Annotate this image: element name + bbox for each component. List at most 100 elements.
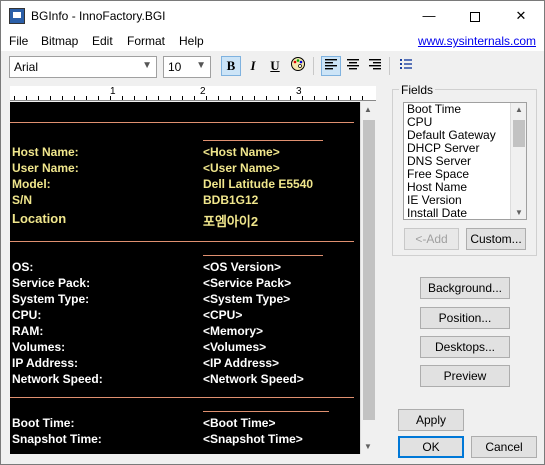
ruler-tick bbox=[122, 96, 123, 100]
add-field-button[interactable]: <-Add bbox=[404, 228, 459, 250]
host-name-label: Host Name: bbox=[12, 145, 79, 159]
separator-line bbox=[203, 140, 323, 141]
italic-button[interactable]: I bbox=[243, 56, 263, 76]
underline-button[interactable]: U bbox=[265, 56, 285, 76]
location-label: Location bbox=[12, 211, 67, 226]
fields-caption: Fields bbox=[399, 83, 436, 97]
color-palette-button[interactable] bbox=[288, 56, 308, 76]
menu-edit[interactable]: Edit bbox=[92, 34, 113, 48]
user-name-value: <User Name> bbox=[203, 161, 280, 175]
custom-field-button[interactable]: Custom... bbox=[466, 228, 526, 250]
bullets-button[interactable] bbox=[396, 56, 416, 76]
background-button[interactable]: Background... bbox=[420, 277, 510, 299]
volumes-value: <Volumes> bbox=[203, 340, 267, 354]
volumes-label: Volumes: bbox=[12, 340, 66, 354]
sysinternals-link[interactable]: www.sysinternals.com bbox=[418, 34, 536, 48]
scrollbar-thumb[interactable] bbox=[363, 120, 375, 420]
minimize-button[interactable]: — bbox=[406, 1, 452, 31]
ruler-tick bbox=[26, 96, 27, 100]
bold-button[interactable]: B bbox=[221, 56, 241, 76]
align-right-button[interactable] bbox=[365, 56, 385, 76]
separator-line bbox=[10, 122, 354, 123]
ruler-label: 2 bbox=[200, 86, 206, 97]
info-editor[interactable]: Host Name: <Host Name> User Name: <User … bbox=[10, 102, 360, 454]
user-name-label: User Name: bbox=[12, 161, 79, 175]
os-label: OS: bbox=[12, 260, 34, 274]
preview-button[interactable]: Preview bbox=[420, 365, 510, 387]
font-size-value: 10 bbox=[168, 60, 182, 74]
minimize-icon: — bbox=[422, 8, 436, 23]
separator-line bbox=[203, 411, 329, 412]
scrollbar-thumb[interactable] bbox=[513, 120, 525, 147]
position-button[interactable]: Position... bbox=[420, 307, 510, 329]
ip-address-value: <IP Address> bbox=[203, 356, 280, 370]
scroll-down-icon[interactable]: ▼ bbox=[515, 208, 523, 217]
separator-line bbox=[10, 397, 354, 398]
menu-format[interactable]: Format bbox=[127, 34, 165, 48]
apply-button[interactable]: Apply bbox=[398, 409, 464, 431]
fields-scrollbar[interactable]: ▲ ▼ bbox=[510, 103, 526, 219]
app-icon bbox=[9, 8, 25, 24]
align-left-icon bbox=[325, 59, 337, 70]
scroll-up-icon[interactable]: ▲ bbox=[364, 105, 372, 114]
separator-line bbox=[10, 241, 354, 242]
cancel-button[interactable]: Cancel bbox=[471, 436, 537, 458]
menu-file[interactable]: File bbox=[9, 34, 28, 48]
editor-scrollbar[interactable]: ▲ ▼ bbox=[360, 102, 376, 454]
chevron-down-icon: ▼ bbox=[196, 60, 206, 71]
font-family-select[interactable]: Arial ▼ bbox=[9, 56, 157, 78]
ruler-tick bbox=[362, 96, 363, 100]
align-right-icon bbox=[369, 59, 381, 70]
ruler-tick bbox=[266, 96, 267, 100]
service-pack-label: Service Pack: bbox=[12, 276, 91, 290]
close-button[interactable]: ✕ bbox=[498, 1, 544, 31]
snapshot-time-label: Snapshot Time: bbox=[12, 432, 102, 446]
ruler-tick bbox=[206, 96, 207, 100]
ruler-tick bbox=[50, 96, 51, 100]
align-left-button[interactable] bbox=[321, 56, 341, 76]
ruler-tick bbox=[86, 96, 87, 100]
toolbar-separator bbox=[313, 57, 314, 75]
service-pack-value: <Service Pack> bbox=[203, 276, 292, 290]
font-size-select[interactable]: 10 ▼ bbox=[163, 56, 211, 78]
ruler-tick bbox=[134, 96, 135, 100]
ruler-tick bbox=[218, 96, 219, 100]
ruler-tick bbox=[74, 96, 75, 100]
ram-label: RAM: bbox=[12, 324, 44, 338]
ruler-tick bbox=[314, 96, 315, 100]
cpu-label: CPU: bbox=[12, 308, 42, 322]
align-center-icon bbox=[347, 59, 359, 70]
field-item[interactable]: Install Date bbox=[404, 207, 526, 220]
scroll-up-icon[interactable]: ▲ bbox=[515, 105, 523, 114]
snapshot-time-value: <Snapshot Time> bbox=[203, 432, 303, 446]
ruler-tick bbox=[302, 96, 303, 100]
ruler-tick bbox=[254, 96, 255, 100]
serial-number-label: S/N bbox=[12, 193, 33, 207]
align-center-button[interactable] bbox=[343, 56, 363, 76]
system-type-value: <System Type> bbox=[203, 292, 291, 306]
ruler-tick bbox=[326, 96, 327, 100]
network-speed-value: <Network Speed> bbox=[203, 372, 304, 386]
system-type-label: System Type: bbox=[12, 292, 90, 306]
ruler-tick bbox=[350, 96, 351, 100]
ruler-tick bbox=[158, 96, 159, 100]
fields-list[interactable]: Boot Time CPU Default Gateway DHCP Serve… bbox=[403, 102, 527, 220]
maximize-button[interactable] bbox=[452, 1, 498, 31]
window-title: BGInfo - InnoFactory.BGI bbox=[31, 9, 166, 23]
ok-button[interactable]: OK bbox=[398, 436, 464, 458]
ruler-tick bbox=[98, 96, 99, 100]
ip-address-label: IP Address: bbox=[12, 356, 79, 370]
close-icon: ✕ bbox=[515, 8, 527, 23]
ruler-tick bbox=[62, 96, 63, 100]
menu-bitmap[interactable]: Bitmap bbox=[41, 34, 78, 48]
ruler-tick bbox=[242, 96, 243, 100]
menu-help[interactable]: Help bbox=[179, 34, 204, 48]
toolbar-separator bbox=[389, 57, 390, 75]
location-value: 포엠아이2 bbox=[203, 214, 259, 229]
scroll-down-icon[interactable]: ▼ bbox=[364, 442, 372, 451]
boot-time-label: Boot Time: bbox=[12, 416, 75, 430]
ruler-tick bbox=[170, 96, 171, 100]
palette-icon bbox=[291, 57, 305, 71]
ruler-tick bbox=[182, 96, 183, 100]
desktops-button[interactable]: Desktops... bbox=[420, 336, 510, 358]
